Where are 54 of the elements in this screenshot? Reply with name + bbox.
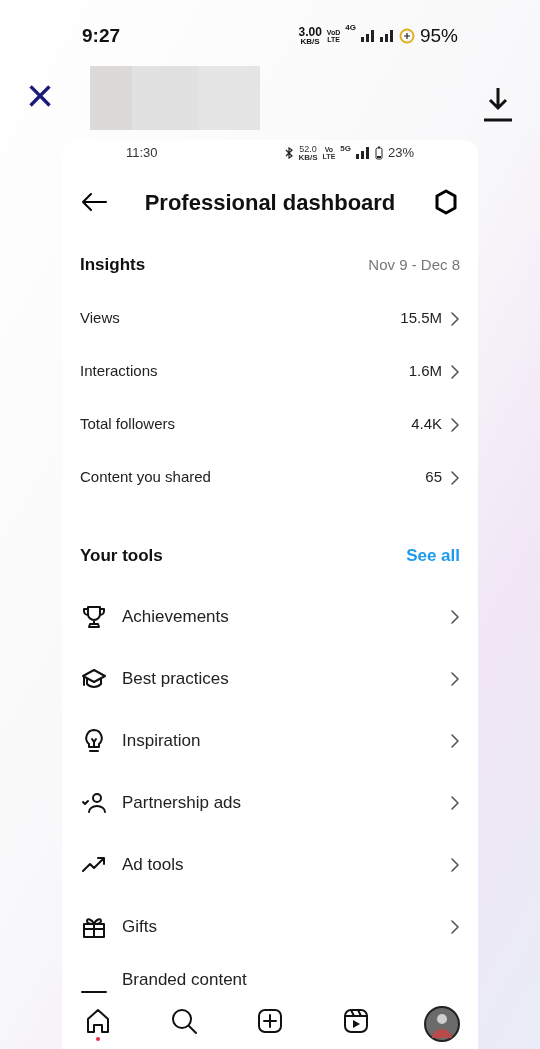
metric-label[interactable]: Content you shared [80,466,426,489]
speed-value: 52.0 [299,144,317,154]
signal-icon [360,30,375,42]
signal-icon [355,147,370,159]
tool-label[interactable]: Inspiration [122,728,436,754]
back-arrow-icon[interactable] [80,192,108,212]
chevron-icon [450,416,460,433]
tool-label[interactable]: Ad tools [122,852,436,878]
battery-level: 23% [387,144,414,163]
tool-label[interactable]: Achievements [122,604,436,630]
chevron-icon [450,469,460,486]
signal-icon [379,30,394,42]
bluetooth-icon [285,147,294,159]
tool-label[interactable]: Gifts [122,914,436,940]
metric-value: 1.6M [408,361,442,382]
speed-unit: KB/S [298,153,318,162]
tool-label[interactable]: Partnership ads [122,790,436,816]
section-heading: Insights [80,254,146,277]
status-time: 9:27 [82,23,121,48]
battery-level: 95% [419,23,458,48]
section-heading: Your tools [80,545,163,568]
reels-icon[interactable] [341,1006,371,1036]
metric-value: 65 [425,467,442,488]
network-label: 4G [345,21,356,34]
close-button[interactable]: × [26,72,55,120]
chevron-icon [450,919,460,935]
metric-value: 15.5M [400,308,442,329]
chevron-icon [450,310,460,327]
download-icon[interactable] [482,86,514,122]
metric-label[interactable]: Total followers [80,413,412,436]
speed-value: 3.00 [298,26,322,38]
page-title: Professional dashboard [144,188,396,217]
chevron-icon [450,609,460,625]
trophy-icon [80,603,108,631]
network-label: 5G [340,143,351,156]
metric-label[interactable]: Views [80,307,401,330]
plus-square-icon[interactable] [255,1006,285,1036]
date-range: Nov 9 - Dec 8 [368,254,460,275]
status-time: 11:30 [126,144,158,163]
battery-saver-icon [398,28,415,44]
search-icon[interactable] [169,1006,199,1036]
chevron-icon [450,363,460,380]
chevron-icon [450,733,460,749]
line-icon [80,990,108,994]
tool-label[interactable]: Best practices [122,666,436,692]
chevron-icon [450,671,460,687]
tool-label[interactable]: Branded content [122,967,460,993]
chevron-icon [450,795,460,811]
speed-unit: KB/S [300,38,320,46]
metric-value: 4.4K [411,414,442,435]
metric-label[interactable]: Interactions [80,360,409,383]
battery-icon [374,146,383,160]
chevron-icon [450,857,460,873]
avatar[interactable] [424,1006,460,1042]
